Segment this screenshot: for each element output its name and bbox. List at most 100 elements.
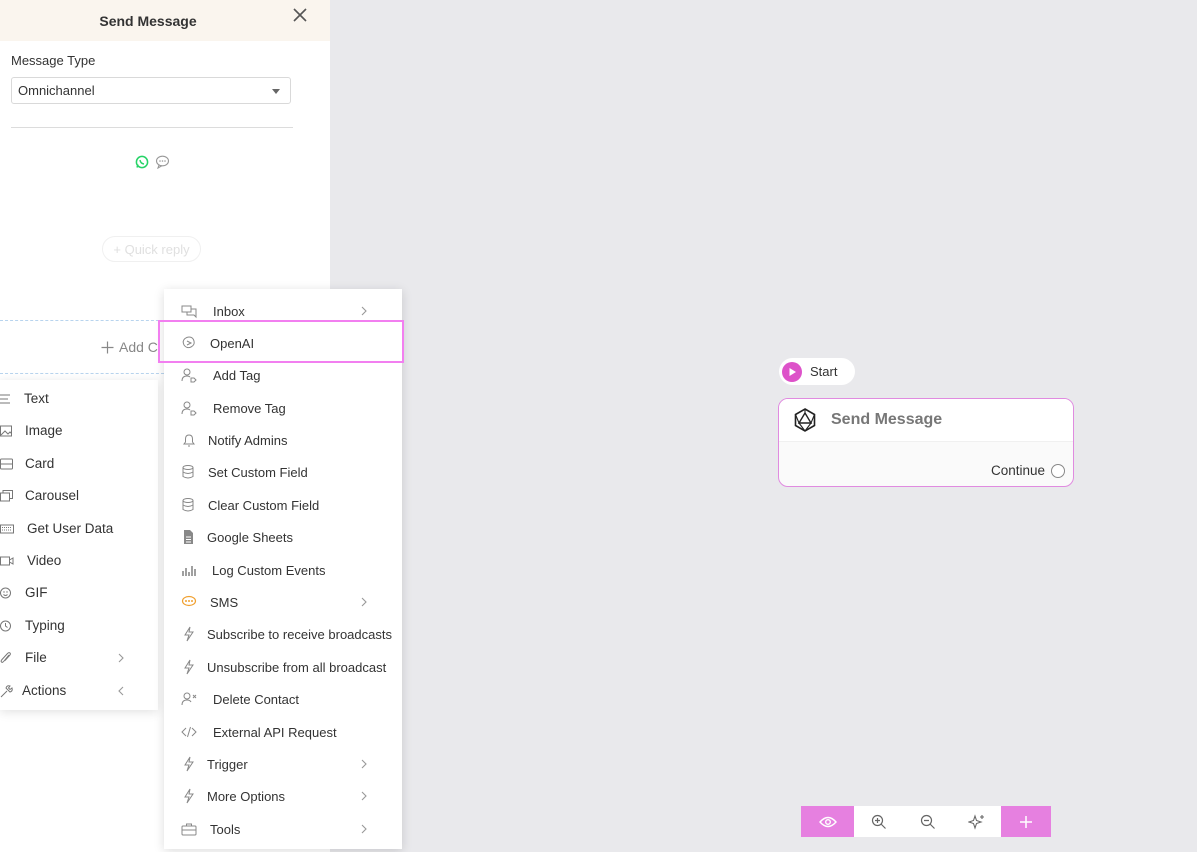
action-item-notify-admins[interactable]: Notify Admins [164,425,402,455]
action-item-label: Clear Custom Field [208,498,320,513]
add-content-button[interactable]: Add C [101,339,158,355]
menu-item-label: Typing [25,618,65,633]
close-icon[interactable] [290,5,310,25]
sms-icon [181,595,197,607]
message-type-label: Message Type [11,53,96,68]
paperclip-icon [0,652,11,663]
menu-item-card[interactable]: Card [0,450,158,478]
image-icon [0,425,12,437]
node-title: Send Message [831,411,943,428]
user-tag-icon [181,401,197,416]
chevron-right-icon [361,791,367,801]
toolbox-icon [181,823,197,836]
action-item-label: Trigger [207,757,248,772]
action-item-set-custom-field[interactable]: Set Custom Field [164,457,402,487]
action-item-label: Google Sheets [207,530,294,545]
menu-item-gif[interactable]: GIF [0,579,158,607]
play-icon [782,361,802,382]
wrench-icon [0,685,13,698]
card-icon [0,458,13,470]
polyhedron-icon [794,408,816,432]
action-item-label: Unsubscribe from all broadcast [207,660,387,675]
action-item-label: Delete Contact [213,692,299,707]
preview-button[interactable] [801,806,854,837]
action-item-label: SMS [210,595,239,610]
menu-item-actions[interactable]: Actions [0,677,158,705]
continue-label: Continue [990,463,1045,478]
menu-item-label: Video [27,553,62,568]
chat-bubble-icon [155,155,170,169]
carousel-icon [0,490,13,502]
plus-icon [1020,815,1032,828]
action-item-sms[interactable]: SMS [164,587,402,617]
panel-title: Send Message [99,12,197,29]
send-message-node[interactable]: Send Message Continue [778,398,1074,487]
menu-item-image[interactable]: Image [0,417,158,445]
action-item-tools[interactable]: Tools [164,814,402,844]
whatsapp-icon [135,155,149,169]
quick-reply-button[interactable]: + Quick reply [102,236,201,262]
action-item-trigger[interactable]: Trigger [164,749,402,779]
menu-item-label: Image [25,423,63,438]
bar-chart-icon [182,566,196,576]
action-item-inbox[interactable]: Inbox [164,296,402,326]
action-item-more-options[interactable]: More Options [164,781,402,811]
action-item-remove-tag[interactable]: Remove Tag [164,393,402,423]
action-item-label: Tools [210,822,241,837]
menu-item-carousel[interactable]: Carousel [0,482,158,510]
video-icon [0,556,14,566]
chat-bubbles-icon [181,305,197,319]
menu-item-get-user-data[interactable]: Get User Data [0,515,158,543]
menu-item-text[interactable]: Text [0,385,158,413]
zoom-out-button[interactable] [903,806,952,837]
action-item-add-tag[interactable]: Add Tag [164,360,402,390]
action-item-label: External API Request [213,725,337,740]
output-port[interactable] [1051,463,1065,478]
menu-item-label: GIF [25,585,48,600]
auto-arrange-button[interactable] [952,806,1001,837]
panel-header: Send Message [0,0,330,41]
node-header: Send Message [779,399,1073,442]
message-type-value: Omnichannel [18,83,95,98]
menu-item-label: Text [24,391,49,406]
action-item-clear-custom-field[interactable]: Clear Custom Field [164,490,402,520]
action-item-label: Remove Tag [213,401,286,416]
menu-item-typing[interactable]: Typing [0,612,158,640]
sheet-icon [184,530,193,544]
database-icon [182,498,194,512]
menu-item-label: Carousel [25,488,80,503]
chevron-left-icon [118,686,124,696]
canvas-toolbar [801,806,1053,837]
code-icon [181,726,197,738]
action-item-openai[interactable]: OpenAI [164,328,402,358]
menu-item-file[interactable]: File [0,644,158,672]
text-lines-icon [0,394,10,404]
lightning-icon [184,659,194,675]
chevron-right-icon [361,597,367,607]
clock-icon [0,620,11,632]
action-item-google-sheets[interactable]: Google Sheets [164,522,402,552]
menu-item-label: Get User Data [27,521,114,536]
add-node-button[interactable] [1001,806,1051,837]
content-type-menu: Text Image Card Carousel Get User Data V… [0,380,158,710]
action-item-subscribe[interactable]: Subscribe to receive broadcasts [164,619,402,649]
chevron-right-icon [118,653,124,663]
actions-submenu: Inbox OpenAI Add Tag Remove Tag Notify A… [164,289,402,849]
zoom-in-button[interactable] [854,806,903,837]
message-type-select[interactable]: Omnichannel [11,77,291,104]
action-item-label: Inbox [213,304,245,319]
action-item-delete-contact[interactable]: Delete Contact [164,684,402,714]
action-item-external-api[interactable]: External API Request [164,717,402,747]
action-item-label: Add Tag [213,368,261,383]
keyboard-icon [0,524,14,534]
start-node[interactable]: Start [779,358,855,385]
user-tag-icon [181,368,197,383]
lightning-icon [184,626,194,642]
database-icon [182,465,194,479]
action-item-unsubscribe[interactable]: Unsubscribe from all broadcast [164,652,402,682]
lightning-icon [184,756,194,772]
smiley-icon [0,587,11,599]
menu-item-video[interactable]: Video [0,547,158,575]
caret-down-icon [272,89,280,94]
action-item-log-custom-events[interactable]: Log Custom Events [164,555,402,585]
